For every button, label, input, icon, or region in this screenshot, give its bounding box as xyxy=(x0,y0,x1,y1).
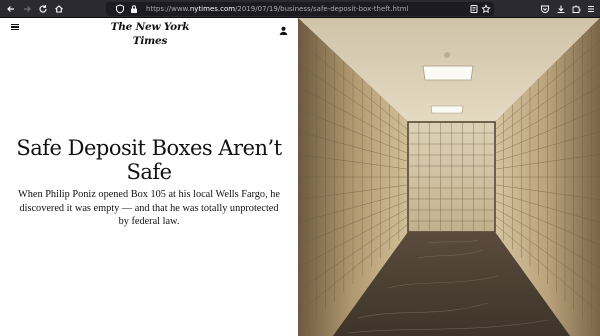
article-page: The New York Times Safe Deposit Boxes Ar… xyxy=(0,18,600,336)
url-text[interactable]: https://www.nytimes.com/2019/07/19/busin… xyxy=(146,2,409,16)
article-hero-image xyxy=(298,18,600,336)
download-icon[interactable] xyxy=(554,2,568,16)
ceiling-light xyxy=(430,105,464,114)
url-bar[interactable]: https://www.nytimes.com/2019/07/19/busin… xyxy=(106,2,494,16)
lock-icon[interactable] xyxy=(128,3,140,15)
url-host: nytimes.com xyxy=(189,5,236,13)
reload-icon[interactable] xyxy=(36,2,50,16)
reader-view-icon[interactable] xyxy=(468,3,480,15)
url-path: /2019/07/19/business/safe-deposit-box-th… xyxy=(235,5,409,13)
url-prefix: https://www. xyxy=(146,5,190,13)
pocket-icon[interactable] xyxy=(538,2,552,16)
article-header-panel: The New York Times Safe Deposit Boxes Ar… xyxy=(0,18,298,336)
forward-arrow-icon[interactable] xyxy=(20,2,34,16)
vault-corridor-photo xyxy=(298,18,600,336)
star-icon[interactable] xyxy=(480,3,492,15)
puzzle-icon[interactable] xyxy=(569,2,583,16)
home-icon[interactable] xyxy=(52,2,66,16)
app-menu-icon[interactable] xyxy=(584,2,598,16)
article-summary: When Philip Poniz opened Box 105 at his … xyxy=(18,189,280,227)
account-icon[interactable] xyxy=(279,22,288,35)
nyt-masthead-logo[interactable]: The New York Times xyxy=(100,20,200,48)
back-arrow-icon[interactable] xyxy=(4,2,18,16)
hamburger-menu-icon[interactable] xyxy=(11,24,19,30)
browser-toolbar: https://www.nytimes.com/2019/07/19/busin… xyxy=(0,0,600,18)
shield-icon[interactable] xyxy=(114,3,126,15)
article-headline: Safe Deposit Boxes Aren’t Safe xyxy=(16,136,282,184)
ceiling-light xyxy=(422,65,474,81)
smoke-detector xyxy=(444,52,450,58)
